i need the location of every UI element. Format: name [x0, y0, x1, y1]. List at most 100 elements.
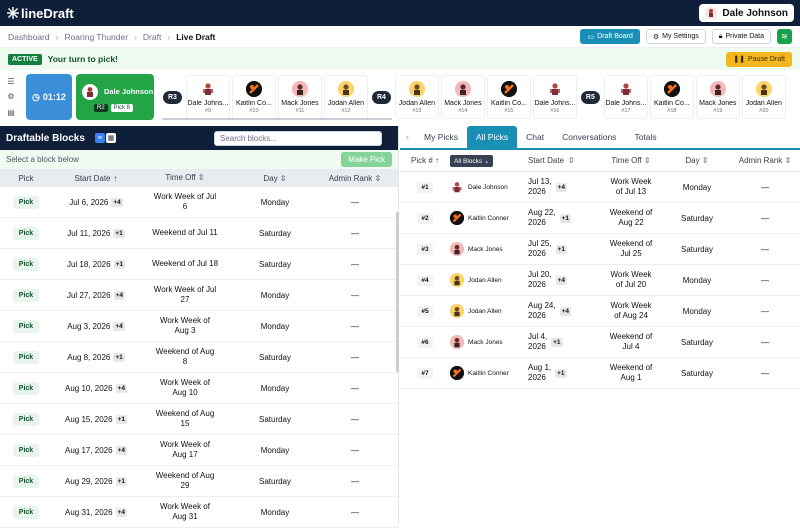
tab-conversations[interactable]: Conversations [553, 126, 625, 148]
header-start-date[interactable]: Start Date ↑ [52, 174, 140, 183]
start-date-line: Aug 22, [528, 208, 556, 217]
pick-button[interactable]: Pick [12, 505, 40, 519]
draft-pick-card[interactable]: Dale Johns... #16 [532, 75, 577, 119]
pick-button[interactable]: Pick [12, 288, 40, 302]
header-pick-number[interactable]: Pick # ↑ [400, 156, 450, 165]
turn-message: Your turn to pick! [47, 54, 118, 64]
list-view-icon[interactable]: ≡ [94, 133, 105, 143]
header-day-label: Day [263, 173, 278, 183]
table-row[interactable]: Pick Aug 31, 2026 +4 Work Week of Aug 31 M… [0, 497, 398, 528]
header-start-date[interactable]: Start Date ⇳ [528, 156, 598, 165]
table-row[interactable]: #6 Mack Jones Jul 4, 2026 +1 Weekend of Jul… [400, 327, 800, 358]
private-data-button[interactable]: 🔒︎ Private Data [711, 29, 771, 44]
draft-pick-card[interactable]: Jodan Allen #13 [394, 75, 439, 119]
draft-pick-card[interactable]: Mack Jones #19 [695, 75, 740, 119]
header-day[interactable]: Day ⇳ [664, 156, 730, 165]
draft-order-strip: ☰ ⚙ ▤ ◷ 01:12 Dale Johnson R2 Pick 8 R3 Da… [0, 70, 800, 124]
day: Monday [682, 182, 712, 192]
table-row[interactable]: Pick Jul 27, 2026 +4 Work Week of Jul 27 M… [0, 280, 398, 311]
tab-totals[interactable]: Totals [625, 126, 665, 148]
time-off-line: Jul 25 [620, 249, 642, 258]
pick-button[interactable]: Pick [12, 443, 40, 457]
pick-button[interactable]: Pick [12, 474, 40, 488]
time-off: Weekend of Jul 4 [598, 332, 664, 352]
time-off-line: Weekend of [609, 332, 653, 341]
search-input[interactable]: Search blocks... [214, 130, 382, 146]
tab-chat[interactable]: Chat [517, 126, 553, 148]
table-row[interactable]: #2 Kaitlin Conner Aug 22, 2026 +1 Weekend … [400, 203, 800, 234]
table-row[interactable]: Pick Aug 17, 2026 +4 Work Week of Aug 17 M… [0, 435, 398, 466]
pick-button[interactable]: Pick [12, 319, 40, 333]
sort-up-icon: ↑ [113, 173, 118, 183]
draft-pick-card[interactable]: Mack Jones #14 [440, 75, 485, 119]
list-icon[interactable]: ☰ [7, 77, 14, 86]
picker-name: Kaitlin Conner [468, 214, 509, 222]
table-row[interactable]: Pick Aug 15, 2026 +1 Weekend of Aug 15 Sat… [0, 404, 398, 435]
picker-name: Mack Jones [468, 338, 503, 346]
draft-board-button[interactable]: ▭ Draft Board [580, 29, 640, 44]
pick-button[interactable]: Pick [12, 226, 40, 240]
breadcrumb-roaring-thunder[interactable]: Roaring Thunder [64, 32, 128, 42]
breadcrumb-draft[interactable]: Draft [143, 32, 161, 42]
make-pick-button[interactable]: Make Pick [341, 152, 392, 167]
clock-icon: ◷ [32, 91, 40, 102]
table-row[interactable]: #7 Kaitlin Conner Aug 1, 2026 +1 Weekend o… [400, 358, 800, 389]
table-row[interactable]: #5 Jodan Allen Aug 24, 2026 +4 Work Week of… [400, 296, 800, 327]
chevron-left-icon[interactable]: ‹ [400, 132, 415, 142]
header-admin-rank[interactable]: Admin Rank ⇳ [730, 156, 800, 165]
all-blocks-filter[interactable]: All Blocks ⌄ [450, 154, 528, 167]
my-settings-button[interactable]: ⚙ My Settings [645, 29, 706, 44]
table-row[interactable]: Pick Aug 8, 2026 +1 Weekend of Aug 8 Satur… [0, 342, 398, 373]
draft-pick-card[interactable]: Dale Johns... #17 [603, 75, 648, 119]
header-time-off-label: Time Off [611, 155, 642, 165]
day: Monday [260, 507, 290, 517]
header-time-off[interactable]: Time Off ⇳ [140, 173, 230, 183]
header-admin-rank[interactable]: Admin Rank ⇳ [320, 174, 390, 183]
table-row[interactable]: #4 Jodan Allen Jul 20, 2026 +4 Work Week of… [400, 265, 800, 296]
time-off-line: Weekend of Aug [155, 409, 215, 418]
app-logo[interactable]: lineDraft [6, 6, 74, 21]
chevron-right-icon: › [55, 31, 59, 42]
draft-pick-card[interactable]: Kaitlin Co... #15 [486, 75, 531, 119]
avatar [450, 180, 464, 194]
draft-pick-card[interactable]: Jodan Allen #12 [323, 75, 368, 119]
tab-my-picks[interactable]: My Picks [415, 126, 467, 148]
connection-status-button[interactable]: ≋ [777, 29, 792, 44]
pick-button[interactable]: Pick [12, 412, 40, 426]
table-row[interactable]: #3 Mack Jones Jul 25, 2026 +1 Weekend of Ju… [400, 234, 800, 265]
table-row[interactable]: Pick Jul 11, 2026 +1 Weekend of Jul 11 Sa… [0, 218, 398, 249]
clipboard-icon[interactable]: ▤ [7, 108, 15, 117]
vertical-scrollbar[interactable] [396, 212, 399, 372]
table-row[interactable]: #1 Dale Johnson Jul 13, 2026 +4 Work Week o… [400, 172, 800, 203]
header-time-off[interactable]: Time Off ⇳ [598, 156, 664, 166]
pick-button[interactable]: Pick [12, 350, 40, 364]
table-row[interactable]: Pick Aug 29, 2026 +1 Weekend of Aug 29 Sat… [0, 466, 398, 497]
table-row[interactable]: Pick Aug 3, 2026 +4 Work Week of Aug 3 Mon… [0, 311, 398, 342]
draft-pick-card[interactable]: Mack Jones #11 [277, 75, 322, 119]
pick-number: #18 [667, 108, 677, 114]
pause-draft-button[interactable]: ❚❚ Pause Draft [726, 51, 792, 67]
pick-button[interactable]: Pick [12, 381, 40, 395]
tab-all-picks[interactable]: All Picks [467, 126, 518, 148]
horizontal-scrollbar[interactable] [162, 118, 392, 120]
table-row[interactable]: Pick Jul 6, 2026 +4 Work Week of Jul 6 Mon… [0, 187, 398, 218]
start-date: Jul 27, 2026 [66, 290, 111, 300]
table-row[interactable]: Pick Aug 10, 2026 +4 Work Week of Aug 10 M… [0, 373, 398, 404]
breadcrumb-dashboard[interactable]: Dashboard [8, 32, 50, 42]
header-admin-rank-label: Admin Rank [738, 156, 783, 165]
start-date-line: Jul 4, [528, 332, 548, 341]
turn-status-bar: ACTIVE Your turn to pick! ❚❚ Pause Draft [0, 48, 800, 70]
table-row[interactable]: Pick Jul 18, 2026 +1 Weekend of Jul 18 Sa… [0, 249, 398, 280]
gear-icon[interactable]: ⚙ [7, 92, 14, 101]
calendar-view-icon[interactable]: ▦ [105, 133, 116, 143]
sort-icon: ⇳ [197, 173, 205, 182]
draft-pick-card[interactable]: Kaitlin Co... #10 [231, 75, 276, 119]
draft-pick-card[interactable]: Kaitlin Co... #18 [649, 75, 694, 119]
admin-rank: — [761, 182, 769, 192]
user-menu-button[interactable]: Dale Johnson [699, 4, 794, 22]
pick-button[interactable]: Pick [12, 257, 40, 271]
draft-pick-card[interactable]: Dale Johns... #9 [185, 75, 230, 119]
draft-pick-card[interactable]: Jodan Allen #20 [741, 75, 786, 119]
header-day[interactable]: Day ⇳ [230, 174, 320, 183]
pick-button[interactable]: Pick [12, 195, 40, 209]
